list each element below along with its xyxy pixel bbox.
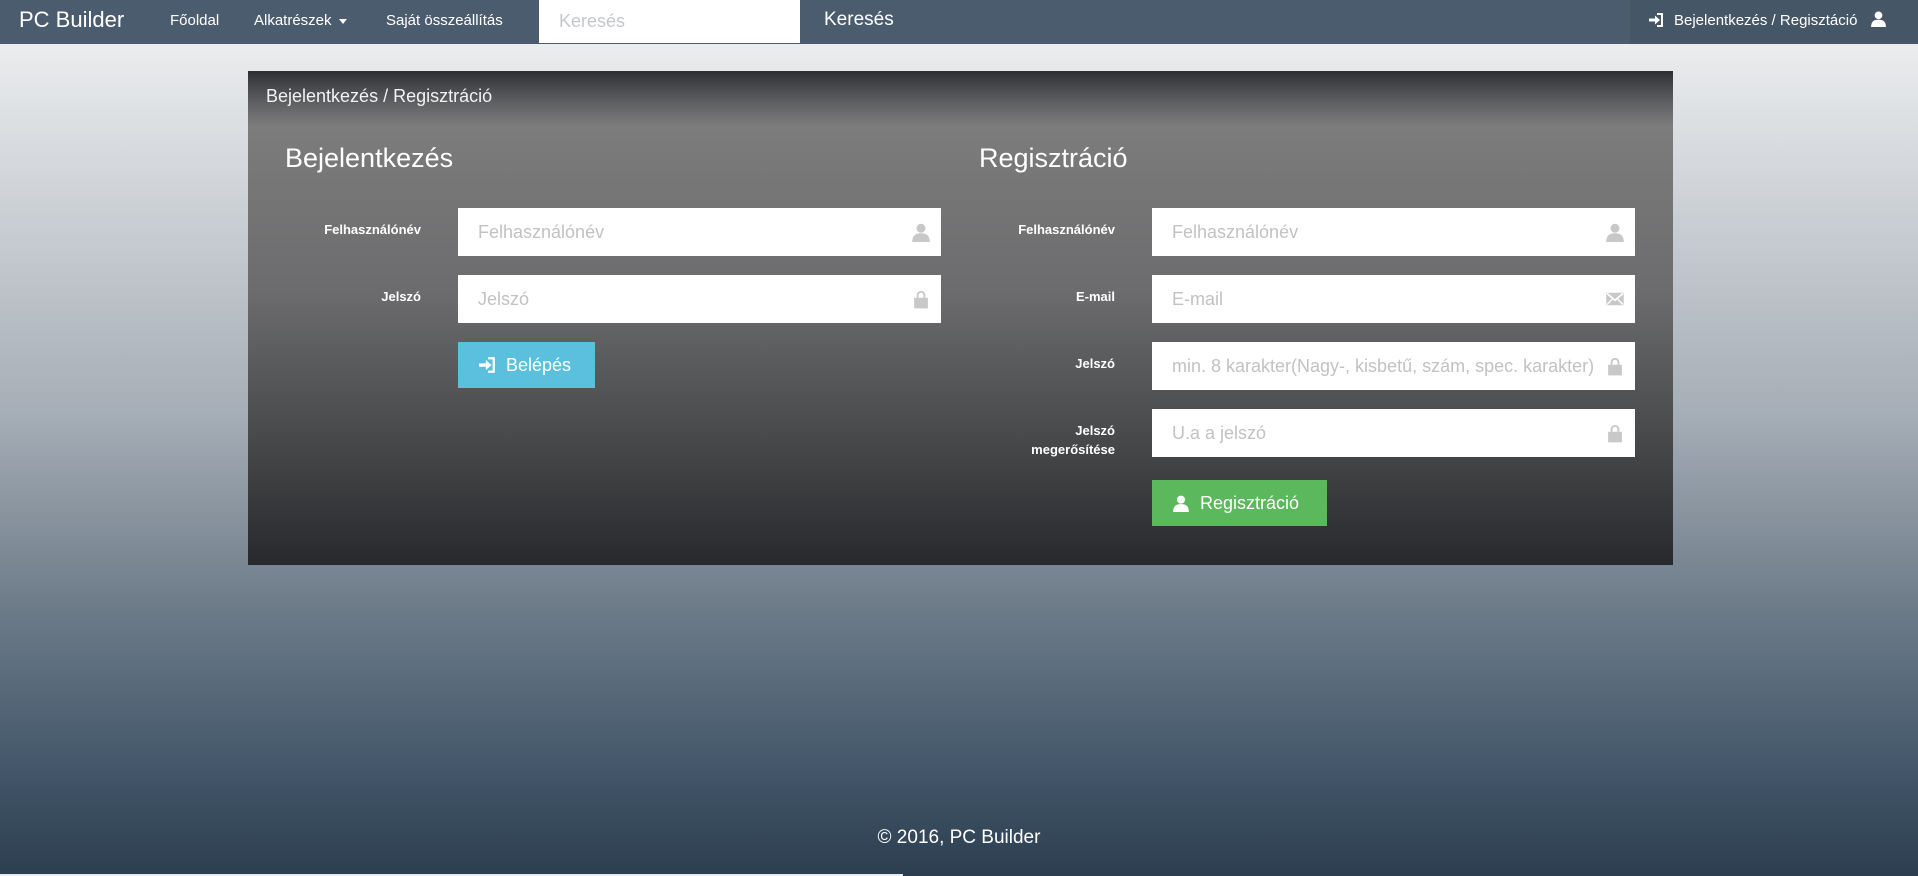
auth-panel: Bejelentkezés / Regisztráció Bejelentkez… xyxy=(248,71,1673,565)
register-confirm-label-line1: Jelszó xyxy=(1075,423,1115,438)
user-icon xyxy=(1871,11,1886,27)
register-confirm-field xyxy=(1152,409,1635,457)
login-register-label: Bejelentkezés / Regisztáció xyxy=(1674,12,1858,29)
nav-home[interactable]: Főoldal xyxy=(170,12,219,29)
login-password-label: Jelszó xyxy=(381,289,421,304)
lock-icon xyxy=(1608,357,1622,376)
register-confirm-input[interactable] xyxy=(1152,409,1635,457)
user-icon xyxy=(912,223,930,242)
login-button-label: Belépés xyxy=(506,354,572,375)
register-password-input[interactable] xyxy=(1152,342,1635,390)
register-password-label: Jelszó xyxy=(1075,356,1115,371)
nav-components-dropdown[interactable]: Alkatrészek xyxy=(254,12,347,29)
envelope-icon xyxy=(1606,292,1624,306)
brand-logo[interactable]: PC Builder xyxy=(19,7,124,33)
log-in-icon xyxy=(479,357,495,373)
register-confirm-label-line2: megerősítése xyxy=(1031,442,1115,457)
caret-down-icon xyxy=(338,18,347,24)
register-email-label: E-mail xyxy=(1075,289,1115,304)
navbar: PC Builder Főoldal Alkatrészek Saját öss… xyxy=(0,0,1918,44)
register-username-label: Felhasználónév xyxy=(1018,222,1115,237)
register-username-input[interactable] xyxy=(1152,208,1635,256)
lock-icon xyxy=(1608,424,1622,443)
register-button[interactable]: Regisztráció xyxy=(1152,480,1327,526)
login-button[interactable]: Belépés xyxy=(458,342,595,388)
login-password-field xyxy=(458,275,941,323)
search-input[interactable] xyxy=(539,0,800,43)
register-email-field xyxy=(1152,275,1635,323)
register-password-field xyxy=(1152,342,1635,390)
login-register-link[interactable]: Bejelentkezés / Regisztáció xyxy=(1630,0,1918,44)
register-username-field xyxy=(1152,208,1635,256)
login-username-input[interactable] xyxy=(458,208,941,256)
footer-copyright: © 2016, PC Builder xyxy=(877,827,1041,848)
user-icon xyxy=(1173,495,1189,512)
login-username-label: Felhasználónév xyxy=(324,222,421,237)
login-title: Bejelentkezés xyxy=(285,143,454,173)
search-button[interactable]: Keresés xyxy=(824,9,894,31)
register-confirm-label: Jelszó megerősítése xyxy=(965,421,1115,459)
register-title: Regisztráció xyxy=(979,143,1128,173)
lock-icon xyxy=(914,290,928,309)
register-email-input[interactable] xyxy=(1152,275,1635,323)
log-in-icon xyxy=(1649,13,1663,27)
login-username-field xyxy=(458,208,941,256)
user-icon xyxy=(1606,223,1624,242)
register-button-label: Regisztráció xyxy=(1200,492,1300,513)
login-password-input[interactable] xyxy=(458,275,941,323)
nav-my-build[interactable]: Saját összeállítás xyxy=(386,12,503,29)
nav-components-label: Alkatrészek xyxy=(254,12,332,29)
panel-heading: Bejelentkezés / Regisztráció xyxy=(266,86,493,106)
